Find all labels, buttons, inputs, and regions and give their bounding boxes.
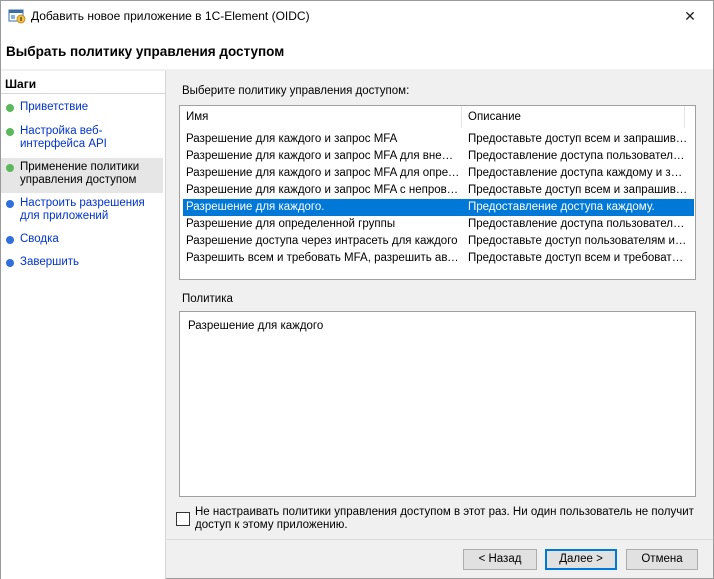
policy-description-cell: Предоставьте доступ всем и запрашива...: [468, 184, 688, 196]
column-divider[interactable]: [684, 106, 685, 128]
step-label: Настройка веб-интерфейса API: [20, 125, 107, 150]
policy-row[interactable]: Разрешение для каждого и запрос MFA для …: [183, 165, 694, 182]
policy-row[interactable]: Разрешение доступа через интрасеть для к…: [183, 233, 694, 250]
step-status-dot-icon: [6, 128, 14, 136]
policy-name-cell: Разрешить всем и требовать MFA, разрешит…: [186, 252, 460, 264]
policy-name-cell: Разрешение для каждого и запрос MFA для …: [186, 150, 460, 162]
next-button[interactable]: Далее >: [545, 549, 617, 570]
policy-name-cell: Разрешение доступа через интрасеть для к…: [186, 235, 458, 247]
policy-description-cell: Предоставление доступа пользователям...: [468, 150, 688, 162]
step-status-dot-icon: [6, 259, 14, 267]
policy-name-cell: Разрешение для каждого и запрос MFA для …: [186, 167, 460, 179]
policy-description-cell: Предоставление доступа каждому и зап...: [468, 167, 688, 179]
step-web-api[interactable]: Настройка веб-интерфейса API: [1, 125, 163, 151]
step-access-policy: Применение политики управления доступом: [1, 158, 163, 193]
policy-name-cell: Разрешение для каждого.: [186, 201, 325, 213]
policy-list-header: Имя Описание: [180, 106, 695, 128]
policy-list-label: Выберите политику управления доступом:: [182, 85, 410, 97]
title-bar: Добавить новое приложение в 1C-Element (…: [1, 1, 713, 31]
adfs-app-icon: [8, 7, 26, 25]
policy-list[interactable]: Имя Описание Разрешение для каждого и за…: [179, 105, 696, 280]
close-icon: ✕: [684, 7, 696, 24]
policy-name-cell: Разрешение для каждого и запрос MFA с не…: [186, 184, 460, 196]
policy-description-box: Разрешение для каждого: [179, 311, 696, 497]
step-summary[interactable]: Сводка: [1, 233, 163, 246]
policy-description-cell: Предоставьте доступ всем и требовать ...: [468, 252, 688, 264]
policy-row[interactable]: Разрешить всем и требовать MFA, разрешит…: [183, 250, 694, 267]
step-label: Настроить разрешения для приложений: [20, 197, 145, 222]
step-app-permissions[interactable]: Настроить разрешения для приложений: [1, 197, 163, 223]
policy-description-cell: Предоставьте доступ пользователям инт...: [468, 235, 688, 247]
step-status-dot-icon: [6, 104, 14, 112]
policy-row[interactable]: Разрешение для определенной группы Предос…: [183, 216, 694, 233]
steps-header-divider: [1, 93, 165, 94]
step-label: Сводка: [20, 233, 59, 245]
policy-text: Разрешение для каждого: [188, 320, 324, 332]
step-welcome[interactable]: Приветствие: [1, 101, 163, 114]
skip-policy-checkbox[interactable]: [176, 512, 190, 526]
step-label: Применение политики управления доступом: [20, 161, 140, 186]
policy-name-cell: Разрешение для каждого и запрос MFA: [186, 133, 398, 145]
window-title: Добавить новое приложение в 1C-Element (…: [31, 9, 310, 23]
step-status-dot-icon: [6, 236, 14, 244]
column-header-description[interactable]: Описание: [462, 106, 682, 128]
step-label: Приветствие: [20, 101, 89, 113]
cancel-button[interactable]: Отмена: [626, 549, 698, 570]
policy-description-cell: Предоставление доступа пользователям...: [468, 218, 688, 230]
policy-row[interactable]: Разрешение для каждого и запрос MFA для …: [183, 148, 694, 165]
back-button[interactable]: < Назад: [463, 549, 537, 570]
steps-header: Шаги: [5, 77, 37, 91]
page-header: Выбрать политику управления доступом: [1, 31, 713, 69]
footer-divider: [167, 539, 713, 540]
step-label: Завершить: [20, 256, 80, 268]
wizard-window: Добавить новое приложение в 1C-Element (…: [0, 0, 714, 579]
policy-description-cell: Предоставление доступа каждому.: [468, 201, 655, 213]
skip-policy-label[interactable]: Не настраивать политики управления досту…: [195, 506, 695, 532]
policy-description-cell: Предоставьте доступ всем и запрашиваю...: [468, 133, 688, 145]
close-button[interactable]: ✕: [667, 1, 713, 31]
step-status-dot-icon: [6, 164, 14, 172]
policy-label: Политика: [182, 293, 233, 305]
step-finish[interactable]: Завершить: [1, 256, 163, 269]
main-content: Выберите политику управления доступом: И…: [167, 71, 713, 541]
column-header-name[interactable]: Имя: [180, 106, 461, 128]
policy-row[interactable]: Разрешение для каждого и запрос MFA с не…: [183, 182, 694, 199]
step-status-dot-icon: [6, 200, 14, 208]
page-title: Выбрать политику управления доступом: [6, 44, 285, 59]
policy-name-cell: Разрешение для определенной группы: [186, 218, 396, 230]
policy-row[interactable]: Разрешение для каждого. Предоставление до…: [183, 199, 694, 216]
policy-row[interactable]: Разрешение для каждого и запрос MFA Предо…: [183, 131, 694, 148]
steps-panel: Шаги Приветствие Настройка веб-интерфейс…: [1, 71, 166, 579]
